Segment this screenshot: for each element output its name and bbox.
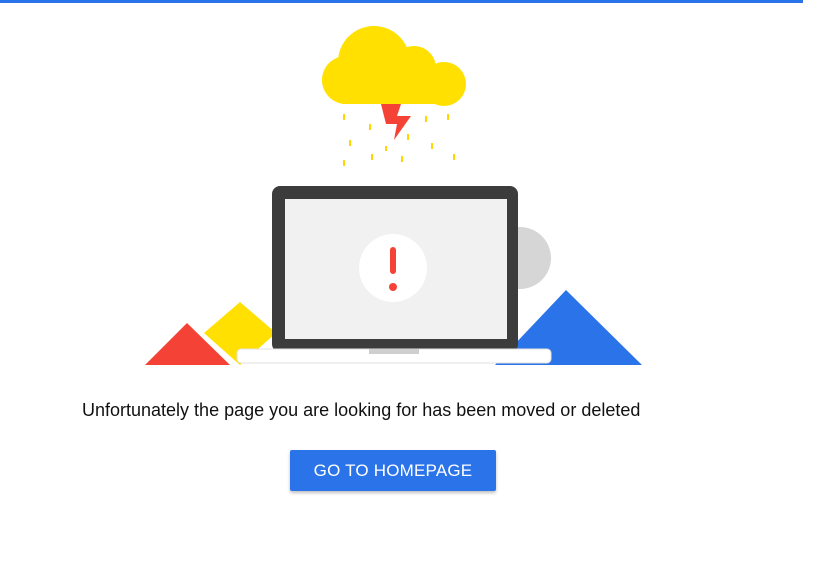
storm-cloud-icon bbox=[322, 26, 466, 166]
exclamation-icon bbox=[359, 234, 427, 302]
error-illustration bbox=[145, 26, 642, 365]
error-message: Unfortunately the page you are looking f… bbox=[82, 400, 641, 420]
go-to-homepage-button[interactable]: GO TO HOMEPAGE bbox=[290, 450, 496, 491]
